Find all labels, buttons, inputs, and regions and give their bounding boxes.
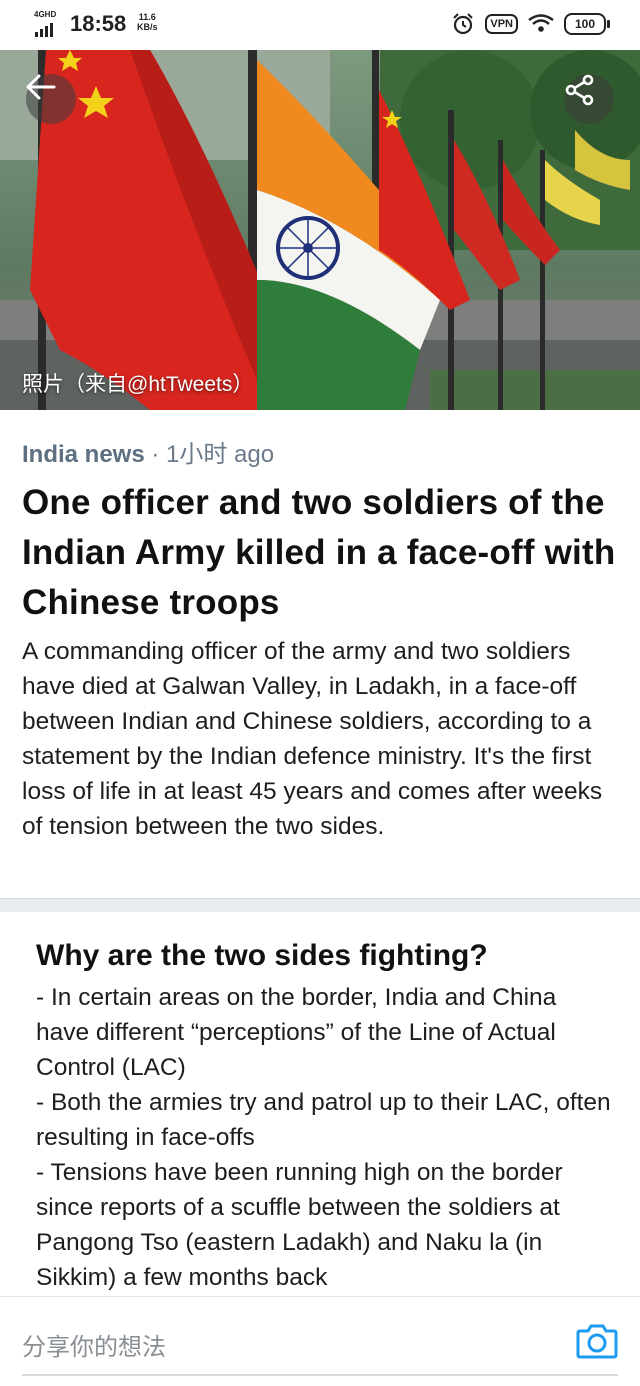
explainer-title: Why are the two sides fighting? (36, 939, 488, 972)
wifi-icon (528, 14, 554, 32)
vpn-badge: VPN (485, 14, 518, 34)
status-icons: VPN 100 (451, 12, 610, 36)
network-type: 4GHD (34, 10, 57, 19)
share-button[interactable] (564, 74, 614, 124)
section-divider (0, 898, 640, 912)
battery-level: 100 (574, 17, 596, 31)
share-icon (565, 74, 594, 106)
clock: 18:58 (70, 11, 127, 36)
explainer-point: - In certain areas on the border, India … (36, 984, 557, 1081)
explainer-section: Why are the two sides fighting? - In cer… (36, 936, 616, 1295)
explainer-point: - Tensions have been running high on the… (36, 1159, 563, 1291)
back-arrow-icon (26, 74, 56, 100)
camera-icon[interactable] (576, 1321, 618, 1361)
explainer-point: - Both the armies try and patrol up to t… (36, 1089, 611, 1151)
status-bar: 4GHD 18:58 11.6 KB/s VPN 100 (0, 0, 640, 50)
news-source[interactable]: India news (22, 441, 145, 468)
signal-icon (35, 23, 53, 37)
speed-unit: KB/s (137, 22, 158, 32)
speed-value: 11.6 (138, 12, 156, 22)
article-meta: India news · 1小时 ago (22, 434, 274, 469)
hero-image: 照片（来自@htTweets） (0, 50, 640, 410)
photo-caption: 照片（来自@htTweets） (22, 373, 254, 396)
battery-icon: 100 (564, 13, 610, 35)
network-indicator: 4GHD (34, 10, 64, 38)
article-summary: A commanding officer of the army and two… (22, 638, 603, 840)
explainer-points: - In certain areas on the border, India … (36, 980, 616, 1295)
comment-input[interactable]: 分享你的想法 (22, 1327, 166, 1362)
meta-separator: · (144, 441, 167, 468)
article-headline: One officer and two soldiers of the Indi… (22, 483, 616, 622)
input-underline (22, 1374, 618, 1376)
back-button[interactable] (26, 74, 76, 124)
network-speed: 11.6 KB/s (137, 12, 158, 32)
comment-composer: 分享你的想法 (0, 1296, 640, 1386)
publish-time: 1小时 ago (166, 441, 275, 468)
flags-photo (0, 50, 640, 410)
alarm-icon (453, 13, 474, 35)
